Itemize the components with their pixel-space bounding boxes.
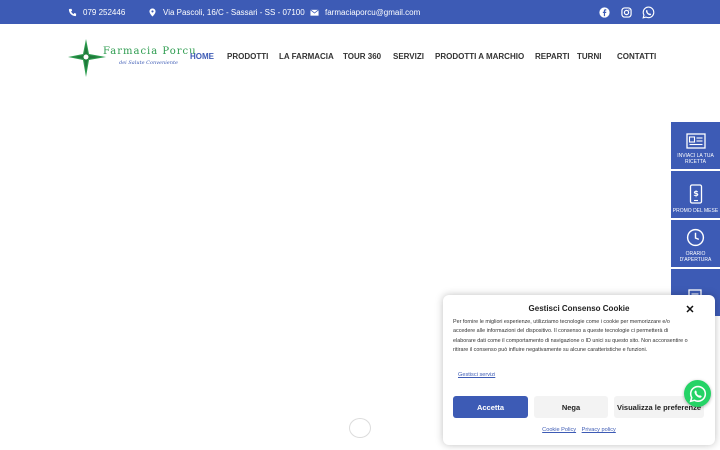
prescription-icon xyxy=(685,133,706,149)
cookie-consent-dialog: Gestisci Consenso Cookie ✕ Per fornire l… xyxy=(443,295,715,445)
email-text: farmaciaporcu@gmail.com xyxy=(325,7,421,17)
nav-reparti[interactable]: REPARTI xyxy=(535,52,570,61)
privacy-policy-link[interactable]: Privacy policy xyxy=(582,427,616,433)
phone-dollar-icon: $ xyxy=(689,184,702,204)
instagram-link[interactable] xyxy=(615,0,637,24)
main-nav: HOME PRODOTTI LA FARMACIA TOUR 360 SERVI… xyxy=(0,24,720,90)
address-text: Via Pascoli, 16/C - Sassari - SS - 07100 xyxy=(163,7,305,17)
whatsapp-link[interactable] xyxy=(637,0,659,24)
svg-text:$: $ xyxy=(693,189,699,198)
envelope-icon xyxy=(310,8,319,16)
social-links xyxy=(593,0,659,24)
side-tab-orario[interactable]: ORARIO D'APERTURA xyxy=(671,220,720,267)
top-bar: 079 252446 Via Pascoli, 16/C - Sassari -… xyxy=(0,0,720,24)
nav-turni[interactable]: TURNI xyxy=(577,52,601,61)
map-pin-icon xyxy=(149,7,156,17)
phone-icon xyxy=(68,8,77,16)
nav-home[interactable]: HOME xyxy=(190,52,214,61)
nav-servizi[interactable]: SERVIZI xyxy=(393,52,424,61)
nav-tour-360[interactable]: TOUR 360 xyxy=(343,52,381,61)
cookie-policy-link[interactable]: Cookie Policy xyxy=(542,427,576,433)
loading-spinner xyxy=(349,418,371,438)
nav-prodotti-a-marchio[interactable]: PRODOTTI A MARCHIO xyxy=(435,52,524,61)
side-tab-ricetta[interactable]: INVIACI LA TUA RICETTA xyxy=(671,122,720,169)
facebook-link[interactable] xyxy=(593,0,615,24)
facebook-icon xyxy=(598,6,610,18)
whatsapp-icon xyxy=(689,385,706,402)
side-tabs: INVIACI LA TUA RICETTA $ PROMO DEL MESE … xyxy=(671,122,720,318)
close-icon[interactable]: ✕ xyxy=(684,304,696,316)
deny-button[interactable]: Nega xyxy=(534,396,608,418)
email-contact[interactable]: farmaciaporcu@gmail.com xyxy=(310,0,420,24)
cookie-dialog-footer: Cookie Policy Privacy policy xyxy=(443,427,715,433)
manage-services-link[interactable]: Gestisci servizi xyxy=(458,372,495,378)
cookie-dialog-title: Gestisci Consenso Cookie xyxy=(528,304,630,313)
address-contact[interactable]: Via Pascoli, 16/C - Sassari - SS - 07100 xyxy=(148,0,305,24)
side-tab-promo[interactable]: $ PROMO DEL MESE xyxy=(671,171,720,218)
phone-contact[interactable]: 079 252446 xyxy=(68,0,125,24)
whatsapp-icon xyxy=(641,6,654,19)
nav-contatti[interactable]: CONTATTI xyxy=(617,52,656,61)
side-tab-label: PROMO DEL MESE xyxy=(672,208,719,214)
side-tab-label: INVIACI LA TUA RICETTA xyxy=(677,153,714,165)
phone-number: 079 252446 xyxy=(83,7,126,17)
accept-button[interactable]: Accetta xyxy=(453,396,528,418)
nav-prodotti[interactable]: PRODOTTI xyxy=(227,52,268,61)
side-tab-label: ORARIO D'APERTURA xyxy=(679,251,712,263)
nav-la-farmacia[interactable]: LA FARMACIA xyxy=(279,52,334,61)
instagram-icon xyxy=(620,6,632,18)
clock-icon xyxy=(686,228,705,247)
cookie-dialog-text: Per fornire le migliori esperienze, util… xyxy=(453,319,688,354)
whatsapp-float-button[interactable] xyxy=(684,380,711,407)
